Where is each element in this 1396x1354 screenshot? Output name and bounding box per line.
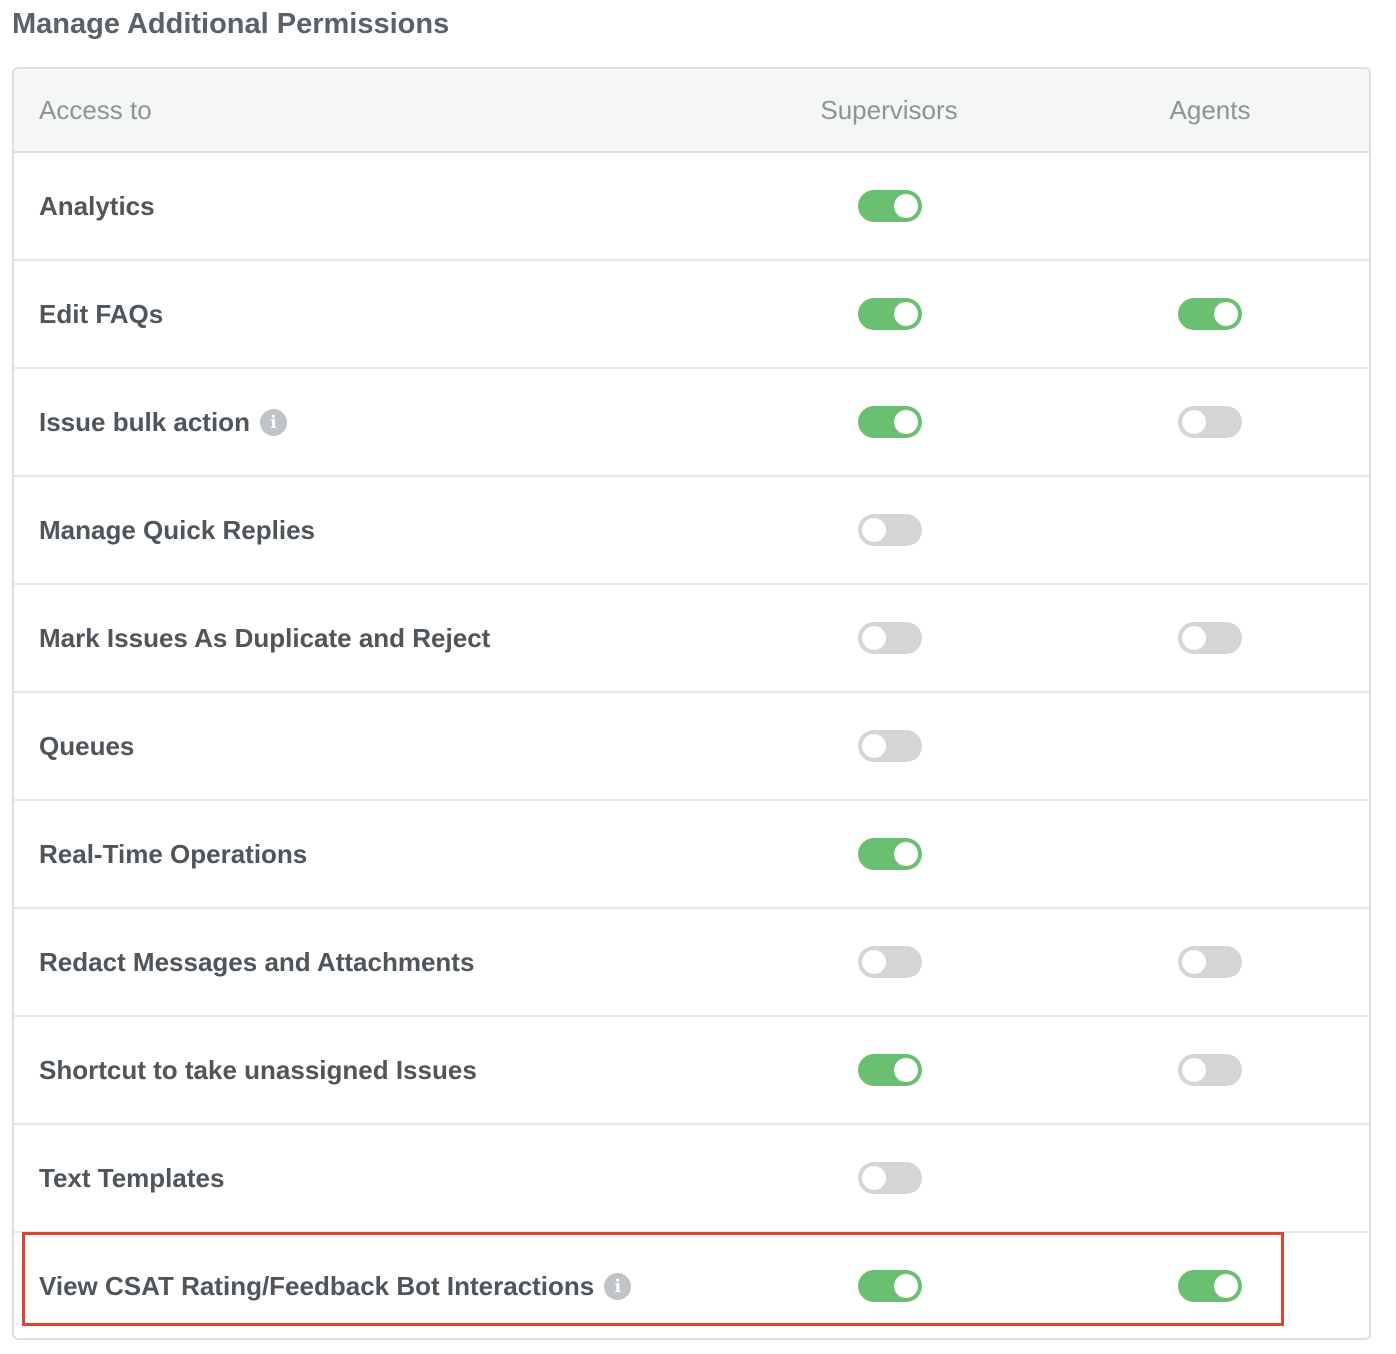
permission-label: Shortcut to take unassigned Issues [39, 1017, 477, 1123]
agents-toggle[interactable] [1178, 1054, 1242, 1086]
agents-toggle[interactable] [1178, 406, 1242, 438]
agents-toggle[interactable] [1178, 622, 1242, 654]
permission-label: Mark Issues As Duplicate and Reject [39, 585, 490, 691]
supervisors-toggle[interactable] [858, 1054, 922, 1086]
permission-label: Redact Messages and Attachments [39, 909, 474, 1015]
toggle-knob [894, 842, 918, 866]
supervisors-toggle[interactable] [858, 514, 922, 546]
table-row: Text Templates [14, 1125, 1369, 1233]
header-access-to: Access to [39, 95, 152, 125]
permission-label-text: Manage Quick Replies [39, 514, 315, 545]
toggle-knob [894, 1274, 918, 1298]
toggle-knob [862, 518, 886, 542]
table-row: Queues [14, 693, 1369, 801]
page-title: Manage Additional Permissions [12, 8, 450, 40]
supervisors-toggle[interactable] [858, 1162, 922, 1194]
toggle-knob [862, 626, 886, 650]
table-row: Shortcut to take unassigned Issues [14, 1017, 1369, 1125]
info-icon[interactable]: i [259, 408, 287, 436]
supervisors-toggle[interactable] [858, 190, 922, 222]
table-row: View CSAT Rating/Feedback Bot Interactio… [14, 1233, 1369, 1338]
header-supervisors: Supervisors [820, 95, 958, 125]
table-row: Analytics [14, 153, 1369, 261]
table-row: Redact Messages and Attachments [14, 909, 1369, 1017]
table-row: Manage Quick Replies [14, 477, 1369, 585]
toggle-knob [1182, 410, 1206, 434]
table-row: Real-Time Operations [14, 801, 1369, 909]
permission-label: Manage Quick Replies [39, 477, 315, 583]
permission-label-text: Issue bulk action [39, 406, 250, 437]
permission-label-text: Shortcut to take unassigned Issues [39, 1054, 477, 1085]
permission-label: View CSAT Rating/Feedback Bot Interactio… [39, 1233, 632, 1338]
toggle-knob [1182, 1058, 1206, 1082]
permission-label-text: View CSAT Rating/Feedback Bot Interactio… [39, 1270, 595, 1301]
permission-label: Real-Time Operations [39, 801, 307, 907]
toggle-knob [1182, 626, 1206, 650]
toggle-knob [862, 1166, 886, 1190]
toggle-knob [862, 950, 886, 974]
info-icon[interactable]: i [604, 1272, 632, 1300]
toggle-knob [1182, 950, 1206, 974]
table-body: Analytics Edit FAQs Issue bulk action i Mana… [14, 153, 1369, 1338]
agents-toggle[interactable] [1178, 1270, 1242, 1302]
permission-label-text: Redact Messages and Attachments [39, 946, 475, 977]
supervisors-toggle[interactable] [858, 730, 922, 762]
permission-label-text: Mark Issues As Duplicate and Reject [39, 622, 491, 653]
permission-label-text: Analytics [39, 190, 155, 221]
permission-label-text: Edit FAQs [39, 298, 164, 329]
toggle-knob [862, 734, 886, 758]
permission-label: Issue bulk action i [39, 369, 287, 475]
permission-label: Edit FAQs [39, 261, 163, 367]
toggle-knob [1214, 302, 1238, 326]
supervisors-toggle[interactable] [858, 838, 922, 870]
toggle-knob [894, 302, 918, 326]
permission-label: Queues [39, 693, 134, 799]
header-agents: Agents [1169, 95, 1251, 125]
table-row: Edit FAQs [14, 261, 1369, 369]
supervisors-toggle[interactable] [858, 622, 922, 654]
toggle-knob [894, 1058, 918, 1082]
permissions-table: Access to Supervisors Agents Analytics Ed… [12, 67, 1371, 1340]
permission-label: Analytics [39, 153, 155, 259]
agents-toggle[interactable] [1178, 946, 1242, 978]
table-header: Access to Supervisors Agents [14, 69, 1369, 153]
supervisors-toggle[interactable] [858, 298, 922, 330]
permission-label-text: Real-Time Operations [39, 838, 308, 869]
agents-toggle[interactable] [1178, 298, 1242, 330]
supervisors-toggle[interactable] [858, 406, 922, 438]
toggle-knob [894, 410, 918, 434]
toggle-knob [1214, 1274, 1238, 1298]
table-row: Issue bulk action i [14, 369, 1369, 477]
permission-label: Text Templates [39, 1125, 224, 1231]
toggle-knob [894, 194, 918, 218]
supervisors-toggle[interactable] [858, 946, 922, 978]
supervisors-toggle[interactable] [858, 1270, 922, 1302]
table-row: Mark Issues As Duplicate and Reject [14, 585, 1369, 693]
permission-label-text: Text Templates [39, 1162, 225, 1193]
permission-label-text: Queues [39, 730, 135, 761]
